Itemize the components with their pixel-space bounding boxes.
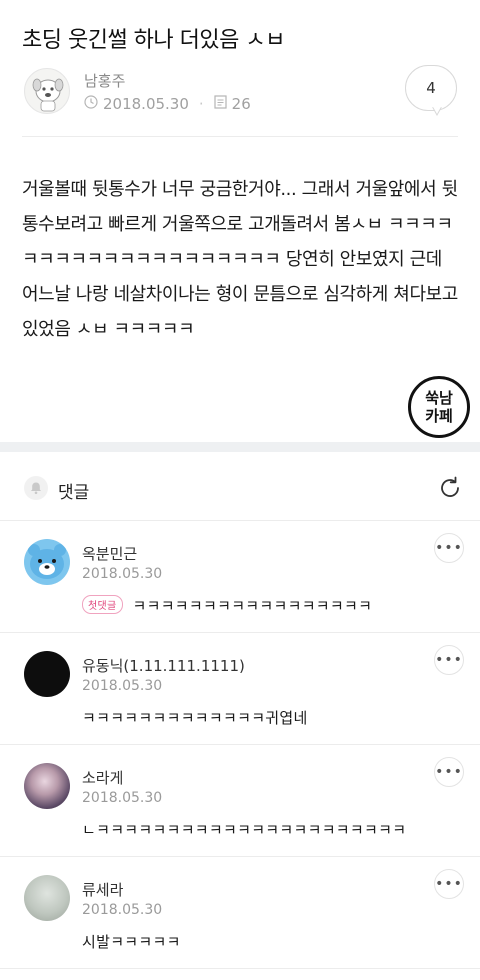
commenter-name[interactable]: 소라게 bbox=[82, 767, 123, 788]
comment-date: 2018.05.30 bbox=[82, 902, 163, 918]
comment-item: 유동닉(1.11.111.1111) 2018.05.30 ㅋㅋㅋㅋㅋㅋㅋㅋㅋㅋ… bbox=[0, 633, 480, 745]
comment-date: 2018.05.30 bbox=[82, 790, 163, 806]
comment-text: ㄴㅋㅋㅋㅋㅋㅋㅋㅋㅋㅋㅋㅋㅋㅋㅋㅋㅋㅋㅋㅋㅋㅋ bbox=[82, 821, 407, 839]
comment-item: 소라게 2018.05.30 ㄴㅋㅋㅋㅋㅋㅋㅋㅋㅋㅋㅋㅋㅋㅋㅋㅋㅋㅋㅋㅋㅋㅋ •… bbox=[0, 745, 480, 857]
comment-text: ㅋㅋㅋㅋㅋㅋㅋㅋㅋㅋㅋㅋㅋ귀엽네 bbox=[82, 709, 308, 727]
more-options-button[interactable]: ••• bbox=[434, 645, 464, 675]
comment-text: 시발ㅋㅋㅋㅋㅋ bbox=[82, 933, 181, 951]
commenter-avatar[interactable] bbox=[24, 875, 70, 921]
comments-header: 댓글 bbox=[0, 465, 480, 515]
clock-icon bbox=[84, 95, 98, 113]
more-icon: ••• bbox=[435, 764, 463, 780]
commenter-name[interactable]: 유동닉(1.11.111.1111) bbox=[82, 655, 245, 676]
comment-item: 류세라 2018.05.30 시발ㅋㅋㅋㅋㅋ ••• bbox=[0, 857, 480, 969]
comment-count-button[interactable]: 4 bbox=[405, 65, 457, 111]
post-meta: 2018.05.30 · 26 bbox=[84, 95, 251, 113]
author-avatar[interactable] bbox=[24, 68, 70, 114]
post-date: 2018.05.30 bbox=[103, 95, 189, 113]
section-divider bbox=[0, 442, 480, 452]
bell-icon[interactable] bbox=[24, 476, 48, 500]
comments-label: 댓글 bbox=[58, 483, 90, 503]
commenter-avatar[interactable] bbox=[24, 539, 70, 585]
first-comment-badge: 첫댓글 bbox=[82, 595, 123, 614]
author-name[interactable]: 남홍주 bbox=[84, 70, 125, 91]
cartoon-dog-avatar-icon bbox=[32, 78, 64, 112]
comment-text-row: ㄴㅋㅋㅋㅋㅋㅋㅋㅋㅋㅋㅋㅋㅋㅋㅋㅋㅋㅋㅋㅋㅋㅋ bbox=[82, 819, 406, 840]
meta-separator: · bbox=[198, 95, 204, 113]
commenter-name[interactable]: 옥분민근 bbox=[82, 543, 137, 564]
cafe-logo-line1: 쑥남 bbox=[425, 389, 453, 407]
refresh-icon[interactable] bbox=[436, 474, 464, 502]
cafe-logo-line2: 카페 bbox=[425, 407, 453, 425]
more-options-button[interactable]: ••• bbox=[434, 869, 464, 899]
header-divider bbox=[22, 136, 458, 137]
document-icon bbox=[214, 95, 227, 113]
comment-date: 2018.05.30 bbox=[82, 566, 163, 582]
more-icon: ••• bbox=[435, 876, 463, 892]
comment-date: 2018.05.30 bbox=[82, 678, 163, 694]
commenter-avatar[interactable] bbox=[24, 651, 70, 697]
more-icon: ••• bbox=[435, 652, 463, 668]
comment-text-row: ㅋㅋㅋㅋㅋㅋㅋㅋㅋㅋㅋㅋㅋ귀엽네 bbox=[82, 707, 308, 728]
cafe-logo: 쑥남 카페 bbox=[408, 376, 470, 438]
post-title: 초딩 웃긴썰 하나 더있음 ㅅㅂ bbox=[22, 28, 285, 53]
comment-text: ㅋㅋㅋㅋㅋㅋㅋㅋㅋㅋㅋㅋㅋㅋㅋㅋㅋ bbox=[132, 597, 373, 615]
more-options-button[interactable]: ••• bbox=[434, 757, 464, 787]
comment-text-row: 시발ㅋㅋㅋㅋㅋ bbox=[82, 931, 181, 952]
more-icon: ••• bbox=[435, 540, 463, 556]
comment-item: 옥분민근 2018.05.30 첫댓글 ㅋㅋㅋㅋㅋㅋㅋㅋㅋㅋㅋㅋㅋㅋㅋㅋㅋ ••• bbox=[0, 521, 480, 633]
more-options-button[interactable]: ••• bbox=[434, 533, 464, 563]
commenter-name[interactable]: 류세라 bbox=[82, 879, 123, 900]
blue-bear-avatar-icon bbox=[28, 544, 66, 579]
comment-count: 4 bbox=[426, 79, 436, 97]
comment-text-row: 첫댓글 ㅋㅋㅋㅋㅋㅋㅋㅋㅋㅋㅋㅋㅋㅋㅋㅋㅋ bbox=[82, 595, 372, 616]
view-count: 26 bbox=[231, 95, 251, 113]
commenter-avatar[interactable] bbox=[24, 763, 70, 809]
speech-bubble-tail-icon bbox=[431, 106, 443, 116]
post-body: 거울볼때 뒷통수가 너무 궁금한거야... 그래서 거울앞에서 뒷통수보려고 빠… bbox=[22, 179, 458, 340]
